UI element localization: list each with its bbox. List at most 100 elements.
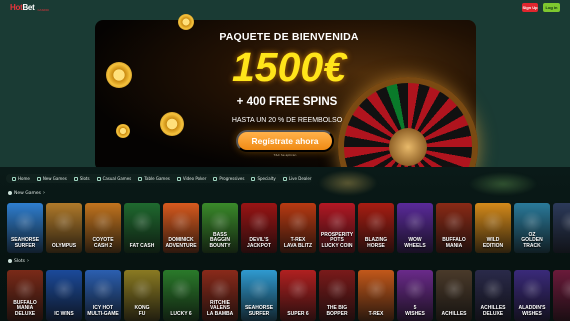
live-dealer-icon: [282, 176, 287, 181]
game-tile[interactable]: T-REX: [358, 270, 394, 321]
slots-heading[interactable]: Slots ›: [8, 258, 29, 264]
terms-link[interactable]: T&C Se aplican: [236, 153, 334, 157]
slots-row: BUFFALO MANIA DELUXE IC WINS ICY HOT MULTI…: [7, 270, 570, 321]
game-art-icon: [248, 278, 270, 300]
game-art-icon: [14, 211, 36, 233]
gold-coin-icon: [106, 62, 132, 88]
game-tile[interactable]: 5 WISHES: [397, 270, 433, 321]
nav-item-label: Slots: [79, 176, 90, 181]
game-art-icon: [404, 278, 426, 300]
new-games-icon: [36, 176, 41, 181]
game-tile[interactable]: PROSPERITY POTS LUCKY COIN: [319, 203, 355, 253]
nav-item-label: Live Dealer: [288, 176, 312, 181]
game-title: BUFFALO MANIA DELUXE: [13, 299, 37, 317]
game-tile[interactable]: DEVIL'S JACKPOT: [241, 203, 277, 253]
category-nav: Home New Games Slots Casual Games Table Game…: [6, 174, 312, 183]
game-tile[interactable]: WILD EDITION: [475, 203, 511, 253]
game-tile[interactable]: T-REX LAVA BLITZ: [280, 203, 316, 253]
game-art-icon: [560, 211, 570, 233]
gold-coin-icon: [178, 14, 194, 30]
game-tile[interactable]: OZ GOLDEN TRACK: [514, 203, 550, 253]
new-games-row: SEAHORSE SURFER OLYMPUS COYOTE CASH 2 FAT C…: [7, 203, 570, 253]
nav-item-specialty[interactable]: Specialty: [251, 176, 276, 181]
game-tile[interactable]: IC WINS: [46, 270, 82, 321]
game-art-icon: [209, 278, 231, 300]
sparkle-effect: [318, 170, 378, 196]
game-tile[interactable]: SUPER 6: [280, 270, 316, 321]
game-tile[interactable]: OLYMPUS: [46, 203, 82, 253]
game-title: OLYMPUS: [51, 242, 77, 249]
nav-item-progressives[interactable]: Progressives: [213, 176, 244, 181]
game-art-icon: [365, 278, 387, 300]
game-tile[interactable]: THE BIG BOPPER: [319, 270, 355, 321]
game-tile[interactable]: ALADDIN'S WISHES: [514, 270, 550, 321]
game-title: T-REX LAVA BLITZ: [283, 237, 313, 249]
nav-item-label: Video Poker: [182, 176, 207, 181]
game-art-icon: [404, 211, 426, 233]
slots-icon: [73, 176, 78, 181]
game-art-icon: [131, 278, 153, 300]
auth-buttons: Sign Up Log in: [522, 2, 560, 12]
game-art-icon: [443, 211, 465, 233]
sparkle-effect: [468, 172, 538, 196]
nav-item-live-dealer[interactable]: Live Dealer: [282, 176, 312, 181]
chevron-right-icon: ›: [26, 258, 29, 264]
nav-item-slots[interactable]: Slots: [73, 176, 90, 181]
game-art-icon: [53, 278, 75, 300]
slots-icon: [8, 259, 12, 263]
game-tile[interactable]: BUFFALO MANIA: [436, 203, 472, 253]
game-tile[interactable]: ACHILLES DELUXE: [475, 270, 511, 321]
game-tile[interactable]: BLAZING HORSE: [358, 203, 394, 253]
game-art-icon: [14, 278, 36, 300]
login-button[interactable]: Log in: [543, 2, 560, 12]
register-now-button[interactable]: Regístrate ahora: [236, 130, 334, 152]
game-title: FAT CASH: [129, 242, 155, 249]
game-title: LUCKY 6: [170, 310, 192, 317]
banner-amount: 1500€: [231, 44, 346, 90]
game-tile[interactable]: ACHILLES: [436, 270, 472, 321]
game-tile[interactable]: SEAHORSE SURFER: [7, 203, 43, 253]
nav-item-video-poker[interactable]: Video Poker: [176, 176, 207, 181]
nav-item-new-games[interactable]: New Games: [36, 176, 67, 181]
game-tile[interactable]: ICY HOT MULTI-GAME: [85, 270, 121, 321]
game-tile[interactable]: BUFFALO MANIA DELUXE: [7, 270, 43, 321]
signup-button[interactable]: Sign Up: [522, 2, 538, 12]
game-tile[interactable]: [553, 270, 570, 321]
game-tile[interactable]: WOW WHEELS: [397, 203, 433, 253]
game-title: BUFFALO MANIA: [442, 237, 466, 249]
chevron-right-icon: ›: [43, 190, 45, 196]
roulette-hub-icon: [389, 128, 427, 166]
game-tile[interactable]: RITCHIE VALENS LA BAMBA: [202, 270, 238, 321]
casino-logo[interactable]: HotBet CASINO: [10, 2, 49, 13]
logo-subtitle: CASINO: [37, 8, 49, 12]
game-title: OZ GOLDEN TRACK: [521, 231, 543, 249]
banner-free-spins: + 400 FREE SPINS: [236, 96, 338, 108]
game-tile[interactable]: BASS BAGGIN BOUNTY: [202, 203, 238, 253]
top-bar: HotBet CASINO Sign Up Log in: [0, 0, 570, 14]
game-tile[interactable]: COYOTE CASH 2: [85, 203, 121, 253]
nav-item-home[interactable]: Home: [12, 176, 30, 181]
nav-item-casual-games[interactable]: Casual Games: [96, 176, 132, 181]
game-tile[interactable]: KONG FU: [124, 270, 160, 321]
game-tile[interactable]: FAT CASH: [124, 203, 160, 253]
game-title: SEAHORSE SURFER: [244, 305, 274, 317]
game-tile[interactable]: SEAHORSE SURFER: [241, 270, 277, 321]
nav-item-table-games[interactable]: Table Games: [138, 176, 170, 181]
nav-item-label: Home: [18, 176, 30, 181]
game-art-icon: [560, 278, 570, 300]
nav-item-label: Table Games: [144, 176, 170, 181]
game-title: IC WINS: [54, 310, 74, 317]
game-tile[interactable]: [553, 203, 570, 253]
nav-item-label: Casual Games: [102, 176, 132, 181]
new-games-heading[interactable]: New Games ›: [8, 190, 45, 196]
game-tile[interactable]: DOMINICK ADVENTURE: [163, 203, 199, 253]
game-art-icon: [521, 278, 543, 300]
game-art-icon: [326, 278, 348, 300]
gold-coin-icon: [160, 112, 184, 136]
game-art-icon: [287, 278, 309, 300]
game-art-icon: [92, 211, 114, 233]
game-tile[interactable]: LUCKY 6: [163, 270, 199, 321]
game-art-icon: [170, 211, 192, 233]
game-title: THE BIG BOPPER: [326, 305, 348, 317]
game-art-icon: [209, 211, 231, 233]
